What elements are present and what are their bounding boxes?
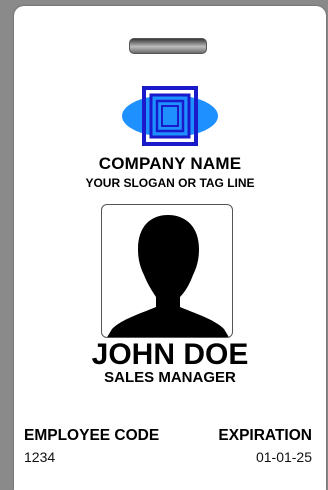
company-slogan: YOUR SLOGAN OR TAG LINE [85,176,255,190]
company-logo-icon [120,84,220,148]
employee-photo [101,204,233,338]
employee-code-label: EMPLOYEE CODE [24,427,160,444]
page: COMPANY NAME YOUR SLOGAN OR TAG LINE JOH… [0,0,328,490]
expiration-label: EXPIRATION [218,427,312,444]
lanyard-slot [129,38,207,54]
employee-job-title: SALES MANAGER [104,369,236,386]
company-name: COMPANY NAME [98,154,242,173]
expiration-value: 01-01-25 [255,449,312,465]
person-silhouette-icon [107,215,229,337]
employee-name: JOHN DOE [91,338,249,371]
id-badge-card: COMPANY NAME YOUR SLOGAN OR TAG LINE JOH… [14,6,326,490]
employee-code-value: 1234 [24,449,56,465]
